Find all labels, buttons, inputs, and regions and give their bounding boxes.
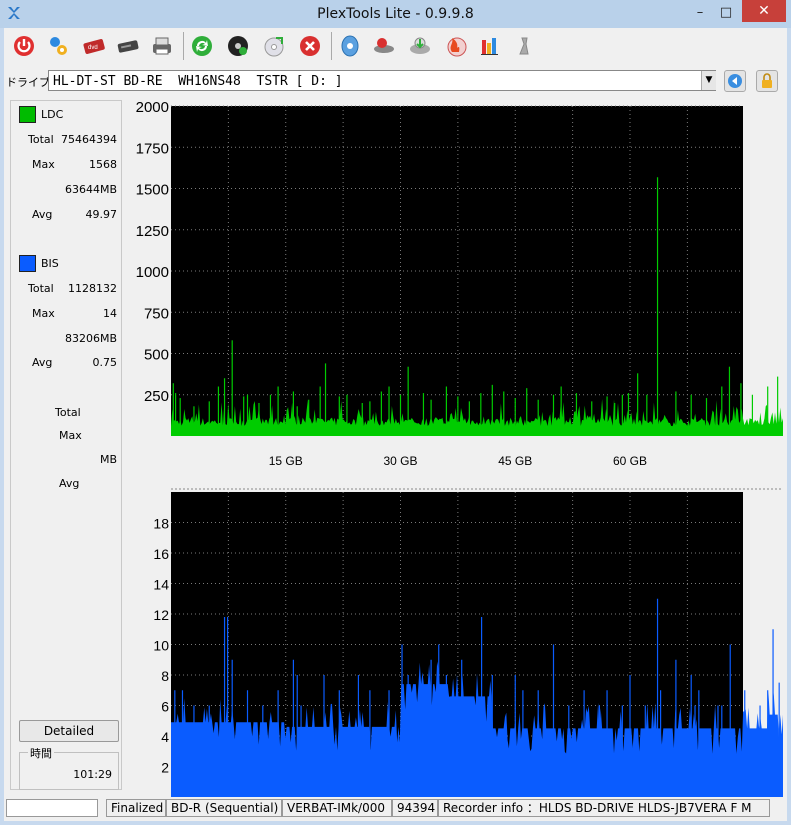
drive-select[interactable]: HL-DT-ST BD-RE WH16NS48 TSTR [ D: ]	[48, 70, 716, 91]
y-tick-label: 1250	[136, 223, 169, 240]
third-total-label: Total	[55, 406, 81, 419]
window-title: PlexTools Lite - 0.9.9.8	[317, 6, 474, 22]
status-count: 94394	[392, 799, 438, 817]
chevron-down-icon[interactable]: ▼	[701, 71, 716, 90]
status-progress-field	[6, 799, 98, 817]
third-avg-label: Avg	[59, 477, 80, 490]
x-tick-label: 60 GB	[613, 454, 647, 468]
y-tick-label: 8	[161, 668, 169, 684]
bis-max-value: 14	[103, 307, 117, 320]
detailed-button[interactable]: Detailed	[19, 720, 119, 742]
y-tick-label: 1500	[136, 182, 169, 199]
print-icon[interactable]	[150, 34, 174, 58]
bis-avg-label: Avg	[32, 356, 53, 369]
tool-icon[interactable]	[512, 34, 536, 58]
third-mb-label: MB	[99, 453, 117, 466]
y-tick-label: 1750	[136, 140, 169, 157]
disc-test-icon[interactable]	[226, 34, 250, 58]
time-value: 101:29	[73, 768, 112, 781]
status-media-id: VERBAT-IMk/000	[282, 799, 392, 817]
drive-label: ドライブ:	[6, 76, 54, 89]
chart-icon[interactable]	[478, 34, 502, 58]
bis-max-position: 83206MB	[64, 332, 117, 345]
ldc-max-position: 63644MB	[64, 183, 117, 196]
maximize-button[interactable]: □	[714, 3, 738, 23]
y-tick-label: 14	[153, 577, 169, 593]
burn-icon[interactable]	[444, 34, 468, 58]
y-tick-label: 750	[144, 305, 169, 322]
time-box: 時間 101:29	[19, 745, 119, 790]
ldc-color-swatch[interactable]	[19, 106, 36, 123]
transfer-icon[interactable]	[408, 34, 432, 58]
charts-svg: 250 500 750 1000 1250 1500 1750 2000 15 GB 30 GB 4…	[136, 99, 783, 819]
y-tick-label: 10	[153, 638, 169, 654]
ldc-max-value: 1568	[89, 158, 117, 171]
ldc-total-label: Total	[28, 133, 54, 146]
refresh-icon[interactable]	[190, 34, 214, 58]
y-tick-label: 18	[153, 516, 169, 532]
toolbar: dvd	[4, 28, 787, 64]
bis-color-swatch[interactable]	[19, 255, 36, 272]
status-bar: Finalized BD-R (Sequential) VERBAT-IMk/0…	[4, 797, 787, 821]
y-tick-label: 4	[161, 729, 169, 745]
client-area: dvd ドライブ: HL-DT-ST BD-RE WH16NS48 TSTR […	[4, 28, 787, 821]
status-state: Finalized	[106, 799, 166, 817]
y-tick-label: 500	[144, 347, 169, 364]
bis-total-label: Total	[28, 282, 54, 295]
stop-icon[interactable]	[298, 34, 322, 58]
disc-info-icon[interactable]	[338, 34, 362, 58]
ldc-label: LDC	[41, 108, 64, 121]
back-arrow-icon	[728, 74, 742, 88]
title-bar[interactable]: PlexTools Lite - 0.9.9.8 – □ ✕	[0, 0, 791, 28]
bis-avg-value: 0.75	[92, 356, 118, 369]
chart-area: 250 500 750 1000 1250 1500 1750 2000 15 GB 30 GB 4…	[123, 99, 787, 819]
power-icon[interactable]	[12, 34, 36, 58]
settings-icon[interactable]	[46, 34, 70, 58]
disc-check-icon[interactable]	[262, 34, 286, 58]
x-tick-label: 30 GB	[383, 454, 417, 468]
toolbar-separator	[183, 32, 184, 60]
y-tick-label: 6	[161, 699, 169, 715]
lock-icon	[762, 73, 772, 88]
y-tick-label: 1000	[136, 264, 169, 281]
ldc-avg-value: 49.97	[85, 208, 118, 221]
toolbar-separator	[331, 32, 332, 60]
close-button[interactable]: ✕	[742, 0, 786, 22]
ldc-max-label: Max	[32, 158, 55, 171]
lock-button[interactable]	[756, 70, 778, 92]
time-label: 時間	[28, 745, 54, 761]
bis-total-value: 1128132	[68, 282, 117, 295]
dvd-icon[interactable]: dvd	[82, 34, 106, 58]
stats-panel: LDC Total 75464394 Max 1568 63644MB Avg …	[10, 100, 122, 790]
app-window: PlexTools Lite - 0.9.9.8 – □ ✕ dvd ドライブ:…	[0, 0, 791, 825]
bis-label: BIS	[41, 257, 59, 270]
bis-max-label: Max	[32, 307, 55, 320]
x-tick-label: 15 GB	[269, 454, 303, 468]
drive-icon[interactable]	[116, 34, 140, 58]
status-media: BD-R (Sequential)	[166, 799, 282, 817]
y-tick-label: 250	[144, 388, 169, 405]
x-tick-label: 45 GB	[498, 454, 532, 468]
minimize-button[interactable]: –	[688, 3, 712, 23]
y-tick-label: 2000	[136, 100, 169, 116]
eject-icon[interactable]	[372, 34, 396, 58]
y-tick-label: 16	[153, 546, 169, 562]
ldc-avg-label: Avg	[32, 208, 53, 221]
y-tick-label: 2	[161, 760, 169, 776]
y-tick-label: 12	[153, 607, 169, 623]
info-button[interactable]	[724, 70, 746, 92]
third-max-label: Max	[59, 429, 82, 442]
ldc-total-value: 75464394	[61, 133, 117, 146]
svg-text:dvd: dvd	[88, 45, 98, 51]
status-recorder-info: Recorder info ：HLDS BD-DRIVE HLDS-JB7VER…	[438, 799, 770, 817]
